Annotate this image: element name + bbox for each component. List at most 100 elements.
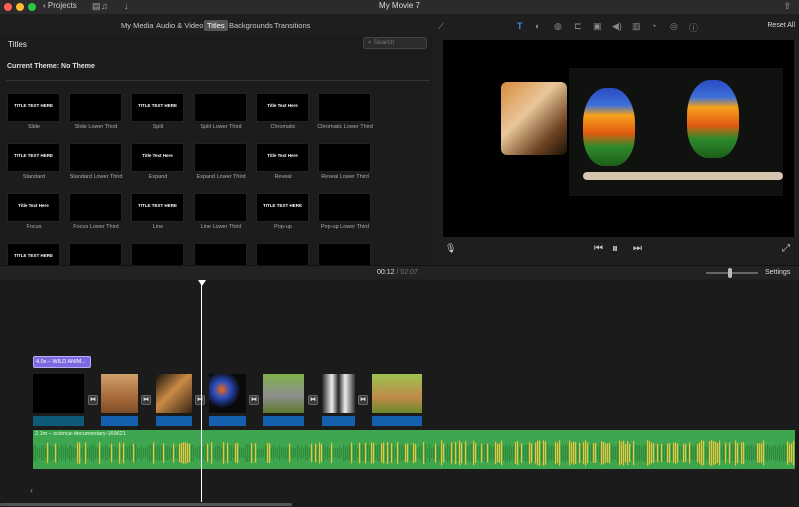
tab-backgrounds[interactable]: Backgrounds <box>229 21 273 30</box>
transition-icon[interactable]: ⧓ <box>195 395 205 405</box>
title-tile-preview-text: TITLE TEXT HERE <box>137 103 177 108</box>
microphone-icon[interactable]: 🎙 <box>445 243 456 254</box>
transition-icon[interactable]: ⧓ <box>308 395 318 405</box>
title-tile[interactable]: Title Text Here <box>131 143 184 172</box>
waveform-bar <box>769 446 771 460</box>
transition-icon[interactable]: ⧓ <box>141 395 151 405</box>
waveform-bar <box>137 448 139 458</box>
clip-rhino[interactable] <box>263 374 304 428</box>
search-input[interactable]: ⌕ Search <box>363 37 427 49</box>
tab-titles[interactable]: Titles <box>204 20 228 31</box>
transition-icon[interactable]: ⧓ <box>88 395 98 405</box>
title-tile[interactable] <box>318 143 371 172</box>
waveform-bar <box>169 447 171 459</box>
waveform-bar <box>139 447 141 459</box>
title-tile[interactable]: Title Text Here <box>256 143 309 172</box>
reset-all-button[interactable]: Reset All <box>767 22 795 29</box>
waveform-bar <box>277 447 279 459</box>
waveform-bar <box>241 448 243 458</box>
horizontal-scrollbar[interactable] <box>0 503 292 506</box>
transition-icon[interactable]: ⧓ <box>358 395 368 405</box>
clip-parrots[interactable] <box>209 374 246 428</box>
parrot-right <box>687 80 739 158</box>
waveform-bar <box>473 440 475 466</box>
title-tile[interactable]: TITLE TEXT HERE <box>7 143 60 172</box>
clip-penguins[interactable] <box>322 374 355 428</box>
crop-icon[interactable]: ⊏ <box>574 21 582 32</box>
title-clip[interactable]: 4.0s – WILD ANIM... <box>33 356 91 368</box>
playhead[interactable] <box>201 282 202 502</box>
waveform-bar <box>765 446 767 460</box>
waveform-bar <box>545 441 547 465</box>
clip-audio-bar <box>209 416 246 426</box>
waveform-bar <box>299 448 301 458</box>
speed-icon[interactable]: ◔ <box>651 21 656 31</box>
waveform-bar <box>679 446 681 460</box>
skip-forward-icon[interactable]: ⏭ <box>633 243 642 254</box>
tab-transitions[interactable]: Transitions <box>274 21 310 30</box>
audio-track[interactable]: 2.1m – science-documentary-169621 <box>33 430 795 469</box>
waveform-bar <box>301 446 303 460</box>
title-tile[interactable]: TITLE TEXT HERE <box>7 93 60 122</box>
title-tile-label: Split <box>152 124 164 130</box>
waveform-bar <box>355 446 357 460</box>
color-balance-icon[interactable]: ◐ <box>535 21 540 31</box>
waveform-bar <box>521 443 523 463</box>
waveform-bar <box>245 444 247 462</box>
waveform-bar <box>233 448 235 458</box>
waveform-bar <box>155 446 157 460</box>
text-icon[interactable]: T <box>517 21 523 31</box>
playhead-handle[interactable] <box>198 280 206 286</box>
record-icon[interactable]: ◖ <box>29 486 34 495</box>
clip-deer[interactable] <box>372 374 422 428</box>
settings-button[interactable]: Settings <box>765 269 790 276</box>
skip-back-icon[interactable]: ⏮ <box>594 243 603 254</box>
fullscreen-icon[interactable]: ⤢ <box>782 243 790 254</box>
stabilization-icon[interactable]: ▣ <box>593 21 602 32</box>
wand-icon[interactable]: ⟋ <box>438 21 444 32</box>
filter-icon[interactable]: ◎ <box>670 21 678 32</box>
noise-reduction-icon[interactable]: ▥ <box>632 21 641 32</box>
volume-icon[interactable]: ◀) <box>612 21 622 32</box>
info-icon[interactable]: ⓘ <box>689 21 698 34</box>
title-tile[interactable] <box>194 93 247 122</box>
waveform-bar <box>499 443 501 463</box>
tab-audio-video[interactable]: Audio & Video <box>156 21 203 30</box>
clip-black[interactable] <box>33 374 84 428</box>
waveform-bar <box>93 444 95 462</box>
waveform-bar <box>243 447 245 459</box>
transition-icon[interactable]: ⧓ <box>249 395 259 405</box>
title-tile[interactable] <box>318 93 371 122</box>
waveform-bar <box>55 443 57 463</box>
title-tile[interactable]: TITLE TEXT HERE <box>131 93 184 122</box>
title-tile[interactable] <box>69 193 122 222</box>
waveform-bar <box>143 448 145 458</box>
title-tile[interactable] <box>194 193 247 222</box>
tab-my-media[interactable]: My Media <box>121 21 154 30</box>
waveform-bar <box>629 443 631 463</box>
color-correction-icon[interactable]: ◍ <box>554 21 562 32</box>
title-tile[interactable]: Title Text Here <box>256 93 309 122</box>
title-tile[interactable]: TITLE TEXT HERE <box>131 193 184 222</box>
clip-tiger[interactable] <box>156 374 192 428</box>
title-tile[interactable] <box>69 93 122 122</box>
video-viewer[interactable] <box>443 40 794 237</box>
title-tile[interactable]: TITLE TEXT HERE <box>256 193 309 222</box>
zoom-slider-knob[interactable] <box>728 268 732 278</box>
zoom-slider-track[interactable] <box>706 272 758 274</box>
waveform-bar <box>739 445 741 461</box>
tiger-image <box>501 82 567 155</box>
waveform-bar <box>203 446 205 460</box>
title-tile[interactable] <box>69 143 122 172</box>
pause-icon[interactable]: ⏸ <box>612 241 618 256</box>
title-tile[interactable] <box>318 193 371 222</box>
share-icon[interactable]: ⇧ <box>783 1 791 12</box>
title-tile-label: Line Lower Third <box>200 224 242 230</box>
title-tile[interactable] <box>194 143 247 172</box>
title-tile-preview-text: TITLE TEXT HERE <box>13 103 53 108</box>
waveform-bar <box>749 446 751 460</box>
clip-audio-bar <box>322 416 355 426</box>
title-tile[interactable]: Title Text Here <box>7 193 60 222</box>
waveform-bar <box>69 445 71 461</box>
clip-elephant[interactable] <box>101 374 138 428</box>
